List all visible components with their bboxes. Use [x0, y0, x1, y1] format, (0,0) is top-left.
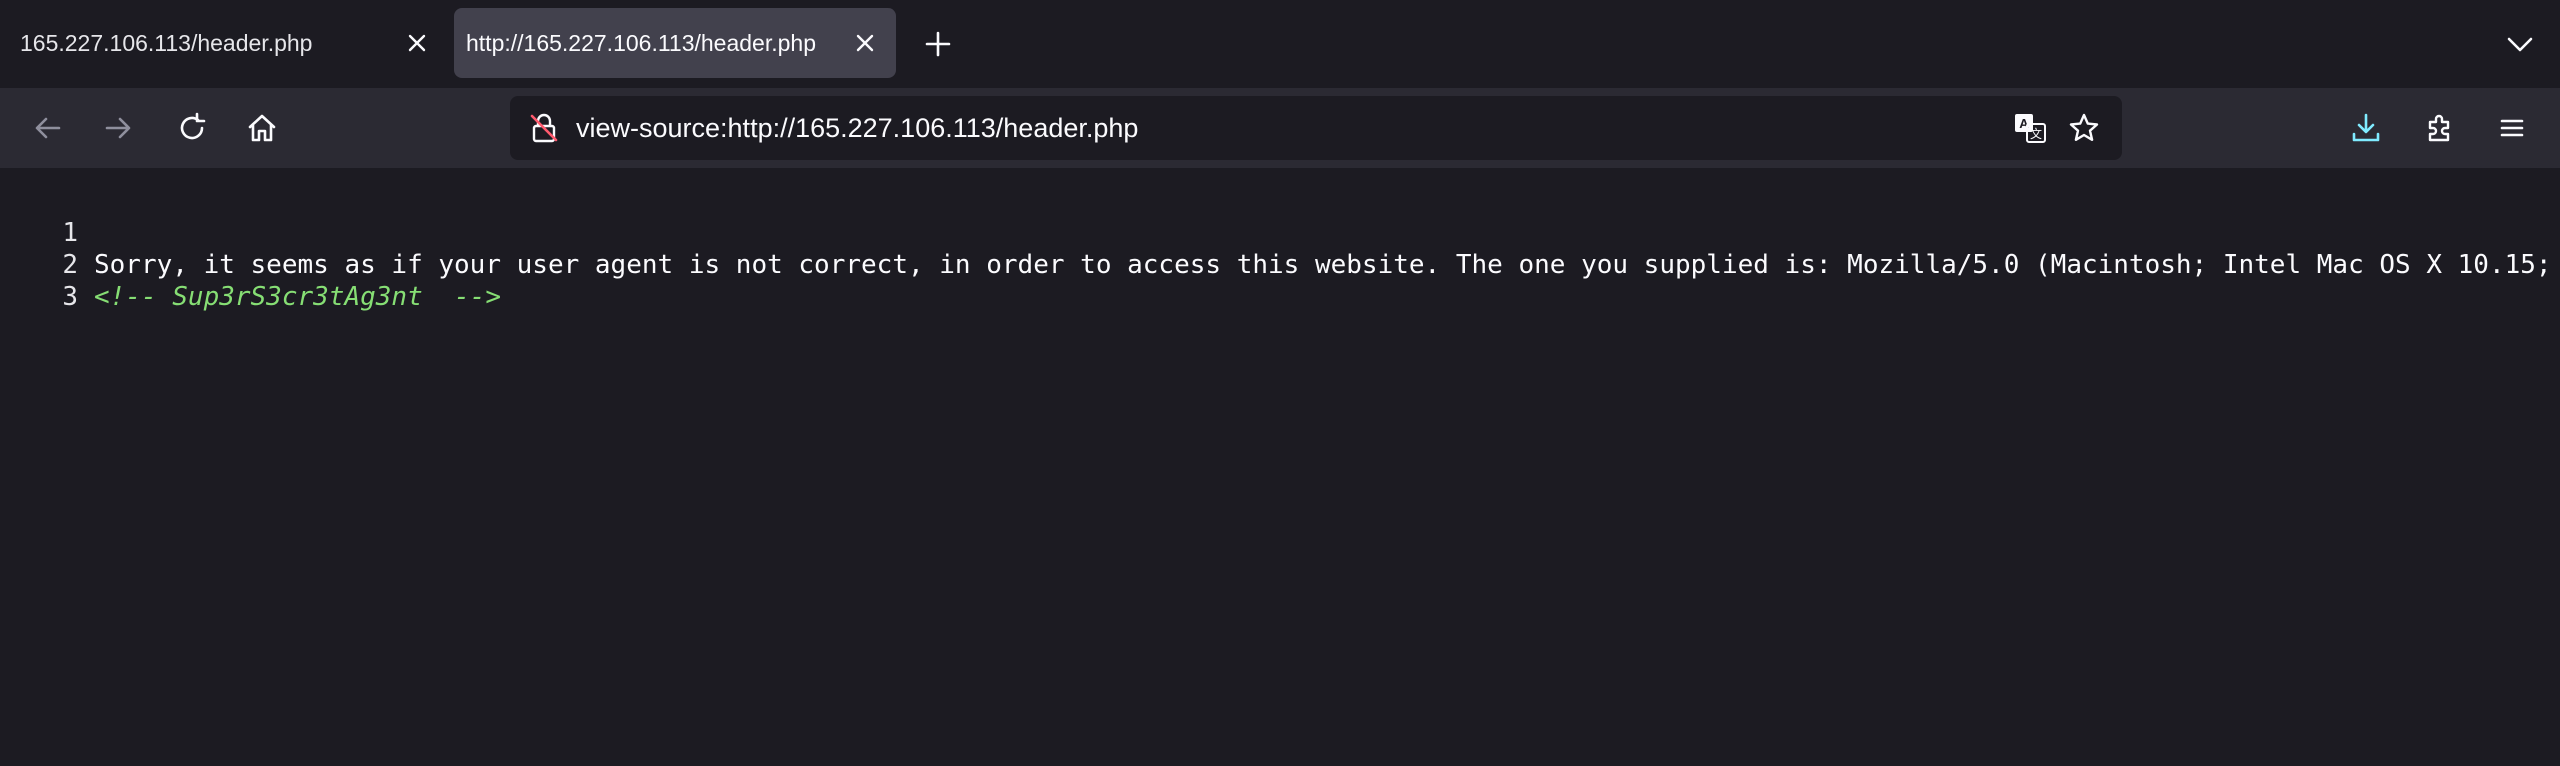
arrow-right-icon [105, 117, 131, 139]
source-line: 1 Sorry, it seems as if your user agent … [0, 185, 2551, 280]
list-all-tabs-button[interactable] [2502, 26, 2538, 62]
bookmark-star-icon[interactable] [2066, 110, 2102, 146]
tab-header-php[interactable]: 165.227.106.113/header.php [8, 8, 448, 78]
plus-icon [925, 31, 951, 57]
translate-icon[interactable]: A文 [2012, 110, 2048, 146]
source-line: 3 [0, 249, 78, 312]
close-tab-icon[interactable] [400, 26, 434, 60]
home-button[interactable] [240, 106, 284, 150]
url-text[interactable]: view-source:http://165.227.106.113/heade… [576, 96, 1138, 160]
tab-title: 165.227.106.113/header.php [20, 30, 313, 56]
back-button[interactable] [26, 106, 70, 150]
line-text: Sorry, it seems as if your user agent is… [94, 250, 2552, 280]
reload-button[interactable] [170, 106, 214, 150]
url-bar[interactable]: view-source:http://165.227.106.113/heade… [510, 96, 2122, 160]
home-icon [248, 114, 276, 142]
insecure-lock-icon[interactable] [526, 110, 562, 146]
arrow-left-icon [35, 117, 61, 139]
view-source-content: 1 Sorry, it seems as if your user agent … [0, 168, 2560, 766]
svg-text:文: 文 [2030, 126, 2042, 141]
download-icon [2352, 113, 2380, 142]
source-line: 2 <!-- Sup3rS3cr3tAg3nt --> [0, 217, 501, 312]
tab-title: http://165.227.106.113/header.php [466, 30, 816, 56]
tab-view-source[interactable]: http://165.227.106.113/header.php [454, 8, 896, 78]
downloads-button[interactable] [2344, 106, 2388, 150]
tab-strip: 165.227.106.113/header.php http://165.22… [0, 0, 2560, 88]
hamburger-menu-icon [2500, 119, 2524, 137]
chevron-down-icon [2507, 37, 2533, 52]
line-number: 3 [62, 282, 78, 312]
html-comment: <!-- Sup3rS3cr3tAg3nt --> [94, 282, 501, 312]
reload-icon [180, 112, 206, 140]
extensions-button[interactable] [2418, 106, 2462, 150]
navigation-toolbar: view-source:http://165.227.106.113/heade… [0, 88, 2560, 168]
new-tab-button[interactable] [920, 26, 956, 62]
forward-button[interactable] [96, 106, 140, 150]
app-menu-button[interactable] [2490, 106, 2534, 150]
close-tab-icon[interactable] [848, 26, 882, 60]
puzzle-icon [2428, 114, 2450, 142]
